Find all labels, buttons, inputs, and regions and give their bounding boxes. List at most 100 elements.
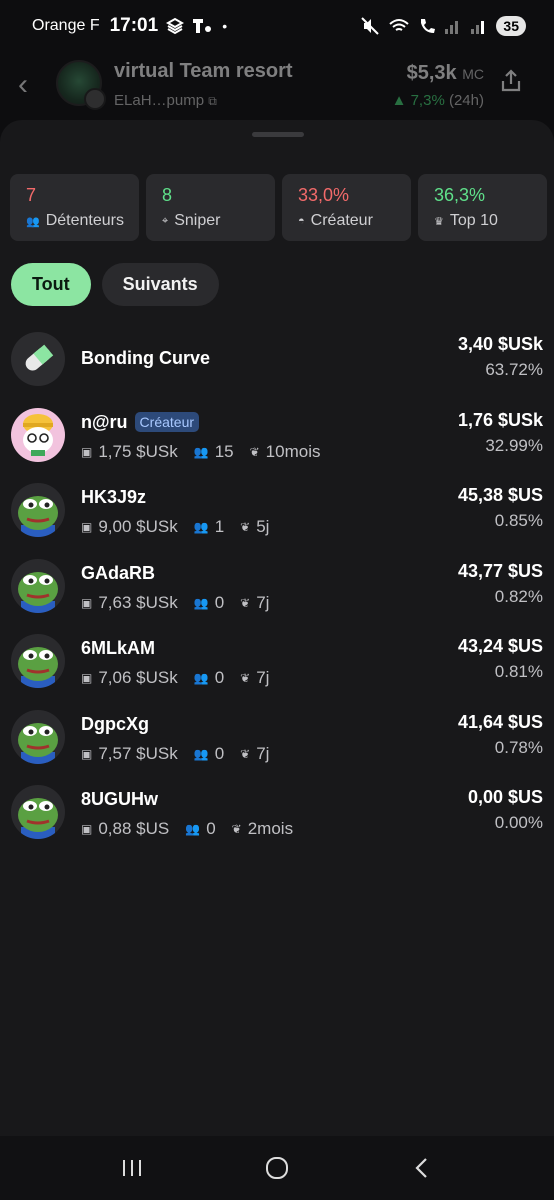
frog-avatar — [11, 785, 65, 839]
creator-badge: Créateur — [134, 412, 200, 432]
holder-row[interactable]: 8UGUHw ▣ 0,88 $US 👥 0 ❦ 2mois 0,00 $US 0.00… — [0, 777, 554, 853]
token-header: ‹ virtual Team resort ELaH…pump ⧉ $5,3k … — [0, 52, 554, 122]
holder-percent: 0.85% — [494, 511, 543, 530]
wallet-icon: ▣ — [81, 444, 93, 459]
pill-icon — [11, 332, 65, 386]
holder-name: Bonding Curve — [81, 348, 210, 368]
users-icon: 👥 — [193, 520, 209, 534]
holders-sheet: 7 👥 Détenteurs 8 ⌖ Sniper 33,0% ◓ Créateur … — [0, 120, 554, 1136]
home-button[interactable] — [257, 1148, 297, 1188]
stat-value: 8 — [162, 185, 173, 205]
holder-percent: 0.81% — [494, 662, 543, 681]
holder-name: GAdaRB — [81, 562, 156, 583]
stats-row: 7 👥 Détenteurs 8 ⌖ Sniper 33,0% ◓ Créateur … — [10, 174, 547, 241]
tiktok-like-icon — [193, 19, 212, 33]
clock: 17:01 — [109, 15, 159, 36]
holder-percent: 63.72% — [485, 360, 543, 379]
holder-name: HK3J9z — [81, 487, 147, 507]
holder-percent: 0.82% — [494, 586, 543, 606]
holder-meta: ▣ 7,63 $USk 👥 0 ❦ 7j — [81, 592, 270, 612]
sheet-handle[interactable] — [252, 132, 304, 137]
stat-value: 36,3% — [434, 185, 486, 205]
battery-indicator: 35 — [496, 16, 526, 36]
holder-amount: 1,76 $USk — [457, 409, 543, 430]
holder-name: 6MLkAM — [81, 638, 156, 658]
holder-amount: 45,38 $US — [457, 485, 543, 505]
holder-name: DgpcXg — [81, 713, 150, 734]
carrier-label: Orange F — [32, 17, 100, 34]
sprout-icon: ❦ — [240, 595, 251, 610]
users-icon: 👥 — [185, 822, 201, 836]
phone-icon — [421, 19, 436, 33]
mute-icon — [361, 17, 380, 35]
token-address[interactable]: ELaH…pump ⧉ — [114, 92, 217, 109]
holder-row[interactable]: DgpcXg ▣ 7,57 $USk 👥 0 ❦ 7j 41,64 $US 0.78% — [0, 702, 554, 778]
stat-sniper: 8 ⌖ Sniper — [146, 174, 275, 241]
crown-icon: ♛ — [434, 215, 444, 228]
sprout-icon: ❦ — [231, 822, 242, 836]
back-button[interactable] — [402, 1148, 442, 1188]
sprout-icon: ❦ — [240, 520, 251, 534]
wallet-icon: ▣ — [81, 671, 93, 685]
holder-name: n@ru Créateur — [81, 412, 200, 433]
tab-all[interactable]: Tout — [11, 263, 91, 306]
stat-holders: 7 👥 Détenteurs — [10, 174, 139, 241]
holder-amount: 0,00 $US — [467, 787, 543, 807]
holder-row[interactable]: GAdaRB ▣ 7,63 $USk 👥 0 ❦ 7j 43,77 $US 0.82% — [0, 551, 554, 627]
wallet-icon: ▣ — [81, 746, 93, 761]
holder-row[interactable]: HK3J9z ▣ 9,00 $USk 👥 1 ❦ 5j 45,38 $US 0.85% — [0, 475, 554, 551]
signal-icon — [445, 21, 459, 34]
price-change: ▲ 7,3% (24h) — [391, 92, 484, 109]
frog-avatar — [11, 483, 65, 537]
holder-meta: ▣ 0,88 $US 👥 0 ❦ 2mois — [81, 819, 294, 838]
wallet-icon: ▣ — [81, 520, 93, 534]
holder-row[interactable]: 6MLkAM ▣ 7,06 $USk 👥 0 ❦ 7j 43,24 $US 0.81% — [0, 626, 554, 702]
back-icon — [415, 1158, 427, 1178]
holder-row[interactable]: n@ru Créateur ▣ 1,75 $USk 👥 15 ❦ 10mois 1,7… — [0, 400, 554, 476]
cartoon-avatar — [11, 407, 65, 462]
users-icon: 👥 — [193, 444, 209, 459]
pump-badge-icon — [84, 88, 106, 110]
holder-amount: 41,64 $US — [457, 711, 543, 732]
stat-creator: 33,0% ◓ Créateur — [282, 174, 411, 241]
notification-icon — [166, 17, 185, 35]
holder-amount: 43,77 $US — [457, 560, 543, 581]
sprout-icon: ❦ — [240, 746, 251, 761]
users-icon: 👥 — [26, 215, 40, 228]
stat-value: 33,0% — [298, 185, 350, 205]
signal-icon-2 — [471, 21, 485, 34]
tab-following[interactable]: Suivants — [101, 263, 219, 306]
holder-percent: 32.99% — [485, 435, 543, 455]
frog-avatar — [11, 634, 65, 688]
users-icon: 👥 — [193, 746, 209, 761]
holders-list: Bonding Curve 3,40 $USk 63.72% n@ru Créa… — [0, 324, 554, 853]
market-cap: $5,3k MC — [406, 62, 484, 84]
frog-avatar — [11, 709, 65, 764]
holder-percent: 0.78% — [494, 737, 543, 757]
chef-hat-icon: ◓ — [298, 215, 305, 227]
back-chevron-icon[interactable]: ‹ — [18, 68, 28, 102]
share-icon[interactable] — [498, 68, 524, 94]
holder-meta: ▣ 9,00 $USk 👥 1 ❦ 5j — [81, 517, 270, 536]
frog-avatar — [11, 558, 65, 613]
users-icon: 👥 — [193, 671, 209, 685]
recents-button[interactable] — [112, 1148, 152, 1188]
crosshair-icon: ⌖ — [162, 214, 169, 227]
dot-indicator: • — [222, 18, 228, 34]
holder-amount: 3,40 $USk — [457, 334, 543, 354]
wifi-call-icon — [389, 19, 410, 31]
token-name: virtual Team resort — [114, 60, 293, 82]
holder-meta: ▣ 7,57 $USk 👥 0 ❦ 7j — [81, 743, 270, 763]
sprout-icon: ❦ — [240, 671, 251, 685]
home-icon — [265, 1157, 288, 1179]
sprout-icon: ❦ — [249, 444, 260, 459]
stat-top10: 36,3% ♛ Top 10 — [418, 174, 547, 241]
stat-value: 7 — [26, 185, 37, 205]
status-bar: Orange F 17:01 • 35 — [0, 0, 554, 52]
holder-row[interactable]: Bonding Curve 3,40 $USk 63.72% — [0, 324, 554, 400]
copy-icon[interactable]: ⧉ — [208, 94, 217, 108]
holder-meta: ▣ 1,75 $USk 👥 15 ❦ 10mois — [81, 441, 321, 461]
holder-meta: ▣ 7,06 $USk 👥 0 ❦ 7j — [81, 668, 270, 687]
up-arrow-icon: ▲ — [391, 92, 407, 109]
recents-icon — [123, 1160, 142, 1176]
